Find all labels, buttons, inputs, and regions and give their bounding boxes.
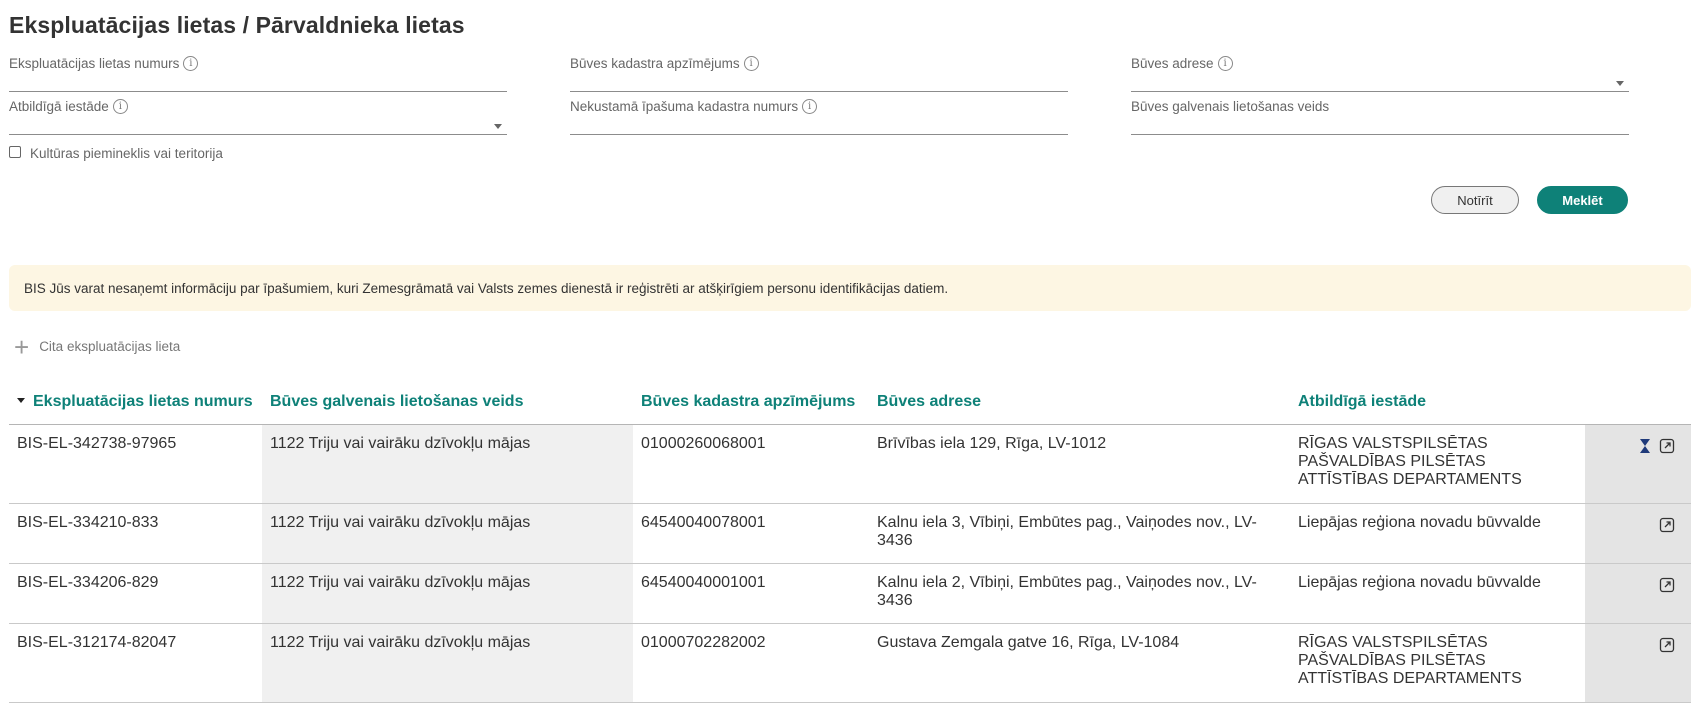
add-case-label: Cita ekspluatācijas lieta — [39, 338, 181, 354]
cultural-monument-label: Kultūras piemineklis vai teritorija — [30, 146, 223, 161]
actions-cell — [1585, 563, 1691, 624]
property-cadastre-number-field[interactable]: Nekustamā īpašuma kadastra numurs i — [570, 99, 1068, 135]
case-number-field[interactable]: Ekspluatācijas lietas numurs i — [9, 56, 507, 92]
authority-cell: RĪGAS VALSTSPILSĒTAS PAŠVALDĪBAS PILSĒTA… — [1290, 424, 1585, 504]
info-icon[interactable]: i — [1217, 56, 1233, 71]
address-cell: Kalnu iela 2, Vībiņi, Embūtes pag., Vaiņ… — [869, 563, 1290, 624]
open-external-icon[interactable] — [1659, 517, 1675, 533]
column-header-case-number[interactable]: Ekspluatācijas lietas numurs — [9, 385, 262, 425]
pin-icon[interactable] — [1637, 438, 1653, 454]
case-number-cell: BIS-EL-342738-97965 — [9, 424, 262, 504]
main-usage-type-label: Būves galvenais lietošanas veids — [1131, 99, 1330, 114]
address-cell: Brīvības iela 129, Rīga, LV-1012 — [869, 424, 1290, 504]
case-number-label: Ekspluatācijas lietas numurs — [9, 56, 180, 71]
search-button[interactable]: Meklēt — [1537, 186, 1628, 214]
table-row[interactable]: BIS-EL-312174-82047 1122 Triju vai vairā… — [9, 623, 1691, 703]
cadastre-cell: 01000702282002 — [633, 623, 869, 703]
usage-cell: 1122 Triju vai vairāku dzīvokļu mājas — [262, 424, 633, 504]
responsible-authority-select[interactable]: Atbildīgā iestāde i — [9, 99, 507, 135]
table-row[interactable]: BIS-EL-334210-833 1122 Triju vai vairāku… — [9, 503, 1691, 564]
cultural-monument-checkbox-row[interactable]: Kultūras piemineklis vai teritorija — [9, 146, 223, 161]
case-number-cell: BIS-EL-334206-829 — [9, 563, 262, 624]
address-label: Būves adrese — [1131, 56, 1214, 71]
column-header-address[interactable]: Būves adrese — [869, 385, 1290, 425]
sort-desc-icon[interactable] — [17, 398, 25, 404]
case-number-cell: BIS-EL-334210-833 — [9, 503, 262, 564]
usage-cell: 1122 Triju vai vairāku dzīvokļu mājas — [262, 623, 633, 703]
cadastre-cell: 64540040078001 — [633, 503, 869, 564]
property-cadastre-number-label: Nekustamā īpašuma kadastra numurs — [570, 99, 799, 114]
add-case-link[interactable]: + Cita ekspluatācijas lieta — [14, 332, 180, 360]
cadastre-cell: 01000260068001 — [633, 424, 869, 504]
usage-cell: 1122 Triju vai vairāku dzīvokļu mājas — [262, 563, 633, 624]
table-row[interactable]: BIS-EL-342738-97965 1122 Triju vai vairā… — [9, 424, 1691, 504]
actions-cell — [1585, 503, 1691, 564]
open-external-icon[interactable] — [1659, 438, 1675, 454]
actions-cell — [1585, 623, 1691, 703]
cadastre-cell: 64540040001001 — [633, 563, 869, 624]
address-select[interactable]: Būves adrese i — [1131, 56, 1629, 92]
authority-cell: Liepājas reģiona novadu būvvalde — [1290, 563, 1585, 624]
table-header-row: Ekspluatācijas lietas numurs Būves galve… — [9, 385, 1691, 425]
clear-button[interactable]: Notīrīt — [1431, 186, 1519, 214]
column-header-cadastre[interactable]: Būves kadastra apzīmējums — [633, 385, 869, 425]
main-usage-type-field[interactable]: Būves galvenais lietošanas veids — [1131, 99, 1629, 135]
table-row[interactable]: BIS-EL-334206-829 1122 Triju vai vairāku… — [9, 563, 1691, 624]
address-cell: Gustava Zemgala gatve 16, Rīga, LV-1084 — [869, 623, 1290, 703]
info-icon[interactable]: i — [743, 56, 759, 71]
cultural-monument-checkbox[interactable] — [9, 146, 21, 158]
column-header-authority[interactable]: Atbildīgā iestāde — [1290, 385, 1585, 425]
usage-cell: 1122 Triju vai vairāku dzīvokļu mājas — [262, 503, 633, 564]
page-title: Ekspluatācijas lietas / Pārvaldnieka lie… — [9, 12, 465, 38]
open-external-icon[interactable] — [1659, 637, 1675, 653]
info-icon[interactable]: i — [112, 99, 128, 114]
authority-cell: Liepājas reģiona novadu būvvalde — [1290, 503, 1585, 564]
cadastre-designation-label: Būves kadastra apzīmējums — [570, 56, 740, 71]
case-number-cell: BIS-EL-312174-82047 — [9, 623, 262, 703]
results-table: Ekspluatācijas lietas numurs Būves galve… — [9, 385, 1691, 703]
actions-cell — [1585, 424, 1691, 504]
column-header-usage[interactable]: Būves galvenais lietošanas veids — [262, 385, 633, 425]
info-icon[interactable]: i — [802, 99, 818, 114]
notice-text: BIS Jūs varat nesaņemt informāciju par ī… — [24, 280, 949, 296]
caret-down-icon[interactable] — [1616, 81, 1624, 86]
open-external-icon[interactable] — [1659, 577, 1675, 593]
authority-cell: RĪGAS VALSTSPILSĒTAS PAŠVALDĪBAS PILSĒTA… — [1290, 623, 1585, 703]
responsible-authority-label: Atbildīgā iestāde — [9, 99, 109, 114]
cadastre-designation-field[interactable]: Būves kadastra apzīmējums i — [570, 56, 1068, 92]
address-cell: Kalnu iela 3, Vībiņi, Embūtes pag., Vaiņ… — [869, 503, 1290, 564]
info-icon[interactable]: i — [183, 56, 199, 71]
plus-icon: + — [14, 332, 30, 362]
caret-down-icon[interactable] — [494, 124, 502, 129]
notice-banner: BIS Jūs varat nesaņemt informāciju par ī… — [9, 265, 1691, 311]
